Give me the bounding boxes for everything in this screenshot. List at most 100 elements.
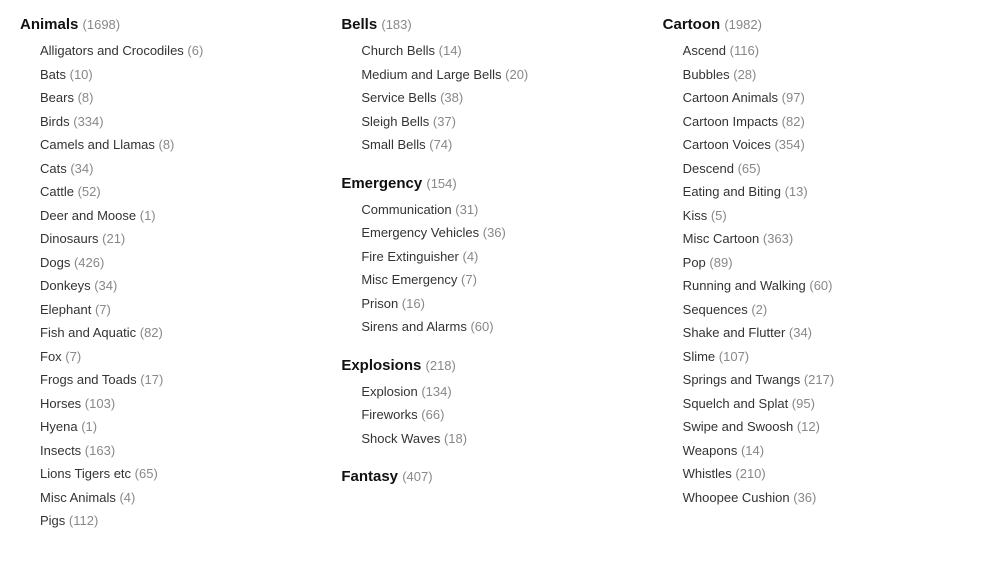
cartoon-column: Cartoon (1982) Ascend (116)Bubbles (28)C… [663,16,984,551]
subcategory-link[interactable]: Alligators and Crocodiles (6) [40,43,203,58]
subcategory-link[interactable]: Fish and Aquatic (82) [40,325,163,340]
list-item: Eating and Biting (13) [683,180,964,204]
emergency-title: Emergency (154) [341,175,642,192]
subcategory-link[interactable]: Hyena (1) [40,419,97,434]
animals-section: Animals (1698) Alligators and Crocodiles… [20,16,321,533]
subcategory-link[interactable]: Bubbles (28) [683,67,757,82]
subcategory-link[interactable]: Cartoon Impacts (82) [683,114,805,129]
subcategory-link[interactable]: Cartoon Animals (97) [683,90,805,105]
subcategory-link[interactable]: Ascend (116) [683,43,759,58]
subcategory-link[interactable]: Church Bells (14) [361,43,461,58]
subcategory-link[interactable]: Cattle (52) [40,184,101,199]
subcategory-link[interactable]: Descend (65) [683,161,761,176]
list-item: Shock Waves (18) [361,427,642,451]
animals-column: Animals (1698) Alligators and Crocodiles… [20,16,341,551]
list-item: Small Bells (74) [361,133,642,157]
subcategory-link[interactable]: Dogs (426) [40,255,104,270]
subcategory-link[interactable]: Pop (89) [683,255,733,270]
list-item: Pop (89) [683,251,964,275]
subcategory-link[interactable]: Dinosaurs (21) [40,231,125,246]
subcategory-link[interactable]: Deer and Moose (1) [40,208,156,223]
subcategory-link[interactable]: Shake and Flutter (34) [683,325,812,340]
subcategory-link[interactable]: Shock Waves (18) [361,431,467,446]
list-item: Misc Animals (4) [40,486,321,510]
subcategory-link[interactable]: Misc Emergency (7) [361,272,477,287]
subcategory-link[interactable]: Sequences (2) [683,302,768,317]
list-item: Pigs (112) [40,509,321,533]
bells-title: Bells (183) [341,16,642,33]
subcategory-link[interactable]: Insects (163) [40,443,115,458]
list-item: Springs and Twangs (217) [683,368,964,392]
subcategory-link[interactable]: Emergency Vehicles (36) [361,225,506,240]
subcategory-link[interactable]: Frogs and Toads (17) [40,372,163,387]
subcategory-link[interactable]: Fireworks (66) [361,407,444,422]
subcategory-link[interactable]: Whoopee Cushion (36) [683,490,817,505]
emergency-section: Emergency (154) Communication (31) Emergen… [341,175,642,339]
subcategory-link[interactable]: Running and Walking (60) [683,278,833,293]
subcategory-link[interactable]: Communication (31) [361,202,478,217]
subcategory-link[interactable]: Sleigh Bells (37) [361,114,456,129]
list-item: Service Bells (38) [361,86,642,110]
subcategory-link[interactable]: Fire Extinguisher (4) [361,249,478,264]
main-columns: Animals (1698) Alligators and Crocodiles… [20,16,984,551]
list-item: Emergency Vehicles (36) [361,221,642,245]
subcategory-link[interactable]: Springs and Twangs (217) [683,372,835,387]
list-item: Donkeys (34) [40,274,321,298]
subcategory-link[interactable]: Elephant (7) [40,302,111,317]
list-item: Running and Walking (60) [683,274,964,298]
subcategory-link[interactable]: Medium and Large Bells (20) [361,67,528,82]
list-item: Fish and Aquatic (82) [40,321,321,345]
subcategory-link[interactable]: Donkeys (34) [40,278,117,293]
list-item: Weapons (14) [683,439,964,463]
subcategory-link[interactable]: Fox (7) [40,349,81,364]
list-item: Birds (334) [40,110,321,134]
subcategory-link[interactable]: Pigs (112) [40,513,98,528]
subcategory-link[interactable]: Weapons (14) [683,443,764,458]
list-item: Fireworks (66) [361,403,642,427]
subcategory-link[interactable]: Misc Cartoon (363) [683,231,794,246]
bells-section: Bells (183) Church Bells (14) Medium and L… [341,16,642,157]
subcategory-link[interactable]: Small Bells (74) [361,137,452,152]
subcategory-link[interactable]: Swipe and Swoosh (12) [683,419,820,434]
list-item: Whistles (210) [683,462,964,486]
list-item: Bears (8) [40,86,321,110]
subcategory-link[interactable]: Bats (10) [40,67,93,82]
subcategory-link[interactable]: Cartoon Voices (354) [683,137,805,152]
list-item: Bubbles (28) [683,63,964,87]
list-item: Fire Extinguisher (4) [361,245,642,269]
subcategory-link[interactable]: Camels and Llamas (8) [40,137,174,152]
list-item: Misc Cartoon (363) [683,227,964,251]
fantasy-title: Fantasy (407) [341,468,642,485]
animals-count: (1698) [83,17,121,32]
subcategory-link[interactable]: Birds (334) [40,114,104,129]
subcategory-link[interactable]: Horses (103) [40,396,115,411]
list-item: Insects (163) [40,439,321,463]
subcategory-link[interactable]: Misc Animals (4) [40,490,135,505]
list-item: Horses (103) [40,392,321,416]
subcategory-link[interactable]: Prison (16) [361,296,425,311]
subcategory-link[interactable]: Bears (8) [40,90,93,105]
list-item: Slime (107) [683,345,964,369]
subcategory-link[interactable]: Explosion (134) [361,384,451,399]
subcategory-link[interactable]: Slime (107) [683,349,749,364]
subcategory-link[interactable]: Kiss (5) [683,208,727,223]
subcategory-link[interactable]: Service Bells (38) [361,90,463,105]
cartoon-section: Cartoon (1982) Ascend (116)Bubbles (28)C… [663,16,964,509]
list-item: Sleigh Bells (37) [361,110,642,134]
cartoon-count: (1982) [724,17,762,32]
animals-title: Animals (1698) [20,16,321,33]
bells-list: Church Bells (14) Medium and Large Bells … [341,39,642,157]
list-item: Shake and Flutter (34) [683,321,964,345]
subcategory-link[interactable]: Lions Tigers etc (65) [40,466,158,481]
list-item: Fox (7) [40,345,321,369]
subcategory-link[interactable]: Eating and Biting (13) [683,184,808,199]
list-item: Bats (10) [40,63,321,87]
subcategory-link[interactable]: Squelch and Splat (95) [683,396,815,411]
subcategory-link[interactable]: Cats (34) [40,161,93,176]
list-item: Medium and Large Bells (20) [361,63,642,87]
list-item: Alligators and Crocodiles (6) [40,39,321,63]
list-item: Dinosaurs (21) [40,227,321,251]
list-item: Deer and Moose (1) [40,204,321,228]
subcategory-link[interactable]: Sirens and Alarms (60) [361,319,493,334]
subcategory-link[interactable]: Whistles (210) [683,466,766,481]
